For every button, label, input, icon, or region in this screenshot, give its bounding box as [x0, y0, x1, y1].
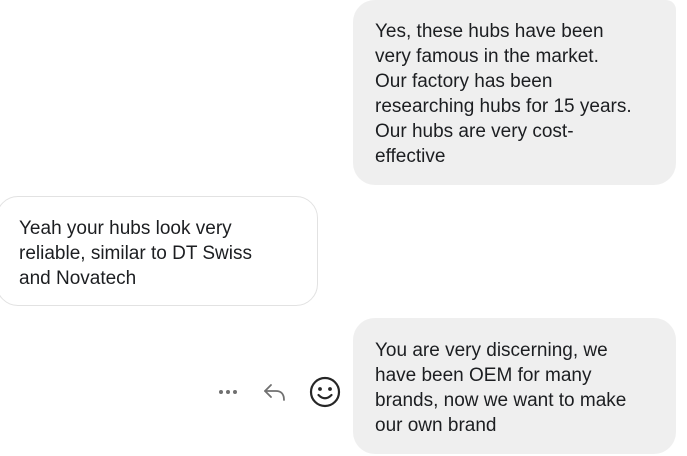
smiley-icon[interactable] — [307, 374, 343, 410]
more-icon[interactable] — [215, 380, 241, 404]
message-text-line: our own brand — [375, 415, 497, 436]
received-message-bubble[interactable]: Yeah your hubs look very reliable, simil… — [0, 196, 318, 306]
chat-thread: Yes, these hubs have been very famous in… — [0, 0, 687, 456]
message-text-line: researching hubs for 15 years. — [375, 96, 632, 117]
message-text-line: reliable, similar to DT Swiss — [19, 243, 252, 264]
message-text-line: have been OEM for many — [375, 365, 592, 386]
sent-message-bubble[interactable]: Yes, these hubs have been very famous in… — [353, 0, 676, 185]
message-text-line: and Novatech — [19, 268, 137, 289]
message-text-line: very famous in the market. — [375, 46, 599, 67]
message-text-line: Our factory has been — [375, 71, 553, 92]
message-text-line: Our hubs are very cost- — [375, 121, 574, 142]
message-actions — [210, 372, 350, 412]
message-text-line: effective — [375, 146, 446, 167]
message-text-line: brands, now we want to make — [375, 390, 627, 411]
message-text-line: Yeah your hubs look very — [19, 218, 232, 239]
message-text-line: Yes, these hubs have been — [375, 21, 604, 42]
reply-icon[interactable] — [260, 378, 290, 406]
message-text-line: You are very discerning, we — [375, 340, 608, 361]
sent-message-bubble[interactable]: You are very discerning, we have been OE… — [353, 318, 676, 454]
